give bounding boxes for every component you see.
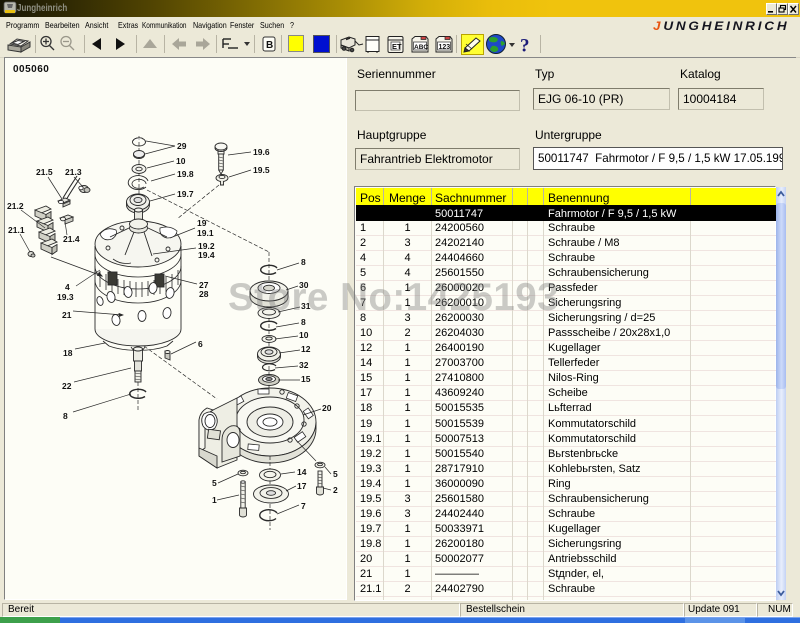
svg-text:21.3: 21.3 [65,167,82,177]
svg-text:123: 123 [439,44,451,51]
svg-text:15: 15 [301,374,311,384]
svg-text:19.5: 19.5 [253,165,270,175]
svg-text:?: ? [520,36,530,57]
svg-text:19.4: 19.4 [198,250,215,260]
svg-text:21.1: 21.1 [8,225,25,235]
svg-text:19.8: 19.8 [177,169,194,179]
svg-text:19.7: 19.7 [177,189,194,199]
svg-text:1: 1 [212,495,217,505]
svg-text:19.6: 19.6 [253,147,270,157]
svg-text:21.2: 21.2 [7,201,24,211]
svg-text:5: 5 [333,469,338,479]
svg-text:22: 22 [62,381,72,391]
svg-text:4: 4 [65,282,70,292]
svg-text:19.3: 19.3 [57,292,74,302]
svg-text:005060: 005060 [13,64,49,75]
svg-text:20: 20 [322,403,332,413]
svg-text:32: 32 [299,360,309,370]
svg-text:19.1: 19.1 [197,228,214,238]
svg-text:B: B [266,40,273,51]
svg-text:14: 14 [297,467,307,477]
svg-text:10: 10 [176,156,186,166]
svg-text:ET: ET [392,42,402,51]
svg-text:6: 6 [198,339,203,349]
svg-text:18: 18 [63,348,73,358]
svg-text:28: 28 [199,289,209,299]
svg-text:21: 21 [62,310,72,320]
svg-text:17: 17 [297,481,307,491]
svg-text:19: 19 [197,218,207,228]
svg-text:ABC: ABC [414,44,428,51]
svg-text:8: 8 [63,411,68,421]
svg-text:12: 12 [301,344,311,354]
svg-text:21.5: 21.5 [36,167,53,177]
svg-text:2: 2 [333,485,338,495]
svg-text:21.4: 21.4 [63,234,80,244]
svg-text:8: 8 [301,257,306,267]
svg-text:7: 7 [301,501,306,511]
svg-text:5: 5 [212,478,217,488]
svg-text:10: 10 [299,330,309,340]
svg-text:29: 29 [177,141,187,151]
